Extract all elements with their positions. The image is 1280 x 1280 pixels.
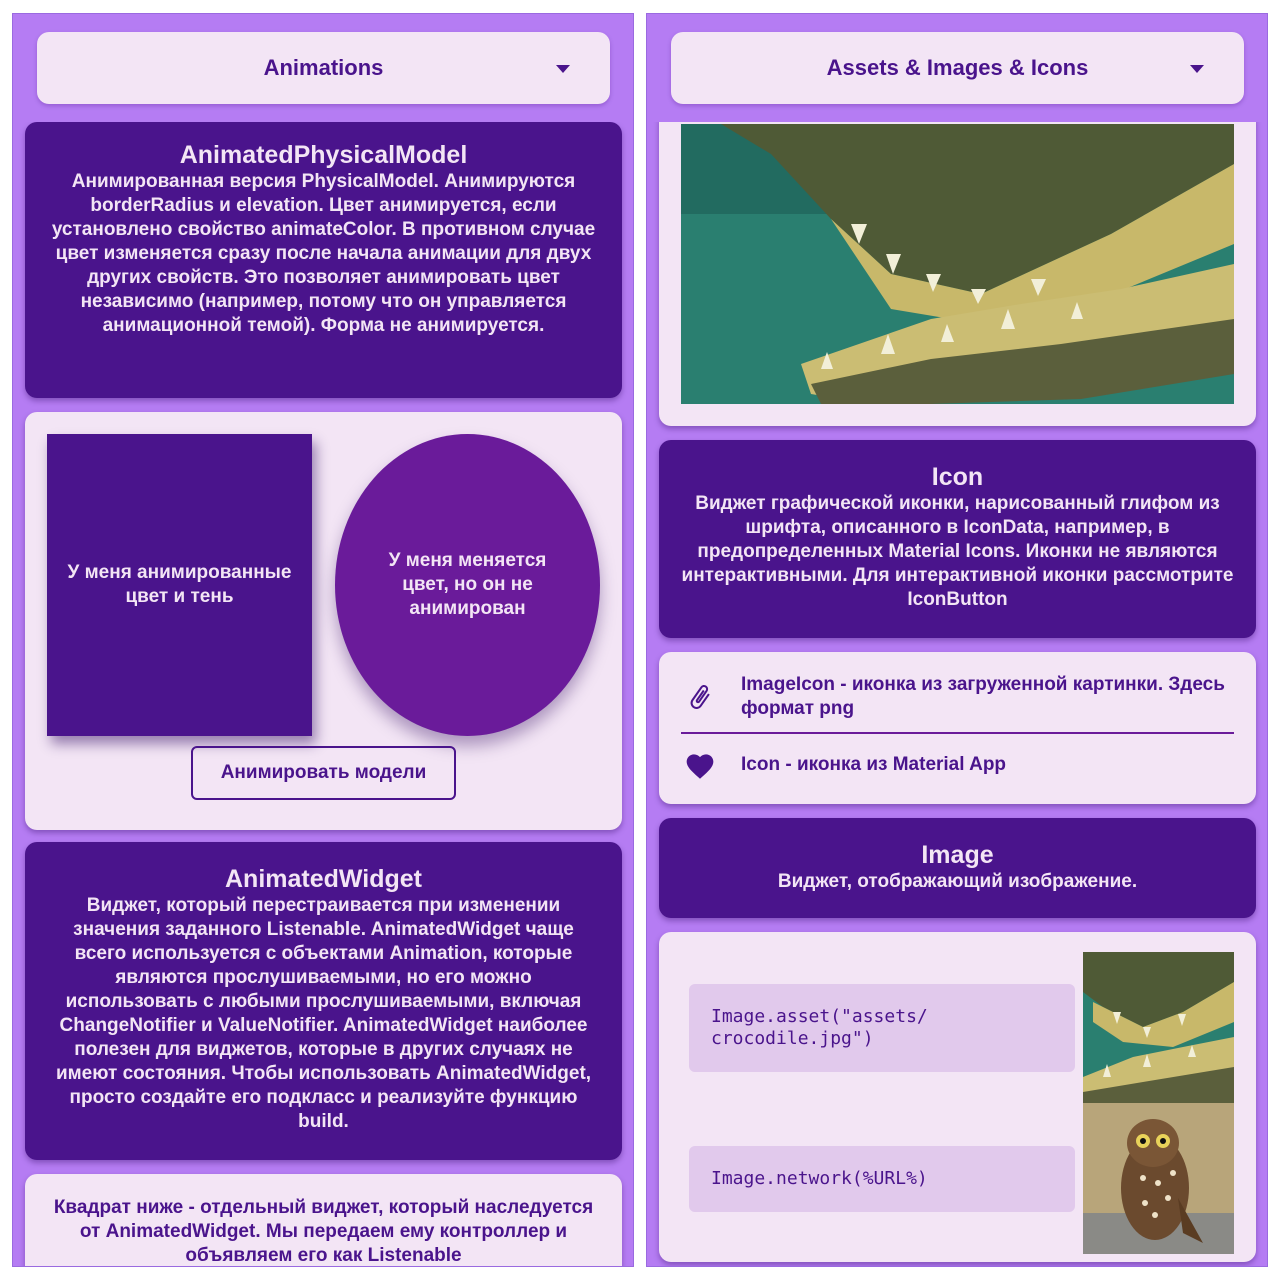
card-description: Анимированная версия PhysicalModel. Аним… [51, 171, 596, 336]
list-item-text: Icon - иконка из Material App [741, 754, 1007, 775]
paperclip-icon [683, 680, 717, 714]
heart-icon [683, 748, 717, 782]
code-snippet: Image.network(%URL%) [689, 1146, 1075, 1212]
list-item: Icon - иконка из Material App [659, 748, 1256, 782]
dropdown-label: Animations [263, 55, 384, 80]
category-dropdown[interactable]: Assets & Images & Icons [671, 32, 1244, 104]
image-examples-card: Image.asset("assets/ crocodile.jpg") Ima… [659, 932, 1256, 1262]
image-info-card: Image Виджет, отображающий изображение. [659, 818, 1256, 918]
dropdown-arrow-icon[interactable] [556, 65, 570, 73]
category-dropdown[interactable]: Animations [37, 32, 610, 104]
content-list[interactable]: AnimatedPhysicalModel Анимированная верс… [13, 122, 633, 1266]
crocodile-image [681, 124, 1234, 404]
card-description: Квадрат ниже - отдельный виджет, который… [53, 1197, 594, 1266]
color-changing-oval: У меня меняется цвет, но он не анимирова… [335, 434, 600, 736]
crocodile-image-card [659, 122, 1256, 426]
crocodile-thumbnail [1083, 952, 1234, 1103]
icons-examples-card: ImageIcon - иконка из загруженной картин… [659, 652, 1256, 804]
assets-images-icons-screen: Assets & Images & Icons Icon Виджет граф… [646, 13, 1268, 1267]
animated-square: У меня анимированные цвет и тень [47, 434, 312, 736]
dropdown-label: Assets & Images & Icons [826, 55, 1089, 80]
content-list[interactable]: Icon Виджет графической иконки, нарисова… [647, 122, 1267, 1266]
card-title: Image [921, 841, 994, 869]
card-title: AnimatedWidget [225, 865, 422, 893]
owl-thumbnail [1083, 1103, 1234, 1254]
animated-widget-card: AnimatedWidget Виджет, который перестраи… [25, 842, 622, 1160]
animated-widget-note-card: Квадрат ниже - отдельный виджет, который… [25, 1174, 622, 1266]
animate-models-button[interactable]: Анимировать модели [191, 746, 456, 800]
list-item-text: ImageIcon - иконка из загруженной картин… [741, 674, 1225, 719]
icon-info-card: Icon Виджет графической иконки, нарисова… [659, 440, 1256, 638]
animated-physical-model-card: AnimatedPhysicalModel Анимированная верс… [25, 122, 622, 398]
divider [681, 732, 1234, 734]
physical-model-demo-card: У меня анимированные цвет и тень У меня … [25, 412, 622, 830]
animations-screen: Animations AnimatedPhysicalModel Анимиро… [12, 13, 634, 1267]
card-description: Виджет, который перестраивается при изме… [55, 895, 592, 1132]
list-item: ImageIcon - иконка из загруженной картин… [659, 672, 1256, 722]
card-description: Виджет графической иконки, нарисованный … [681, 493, 1234, 610]
card-title: Icon [931, 463, 984, 491]
code-snippet: Image.asset("assets/ crocodile.jpg") [689, 984, 1075, 1072]
dropdown-arrow-icon[interactable] [1190, 65, 1204, 73]
card-title: AnimatedPhysicalModel [179, 141, 468, 169]
card-description: Виджет, отображающий изображение. [777, 871, 1138, 892]
